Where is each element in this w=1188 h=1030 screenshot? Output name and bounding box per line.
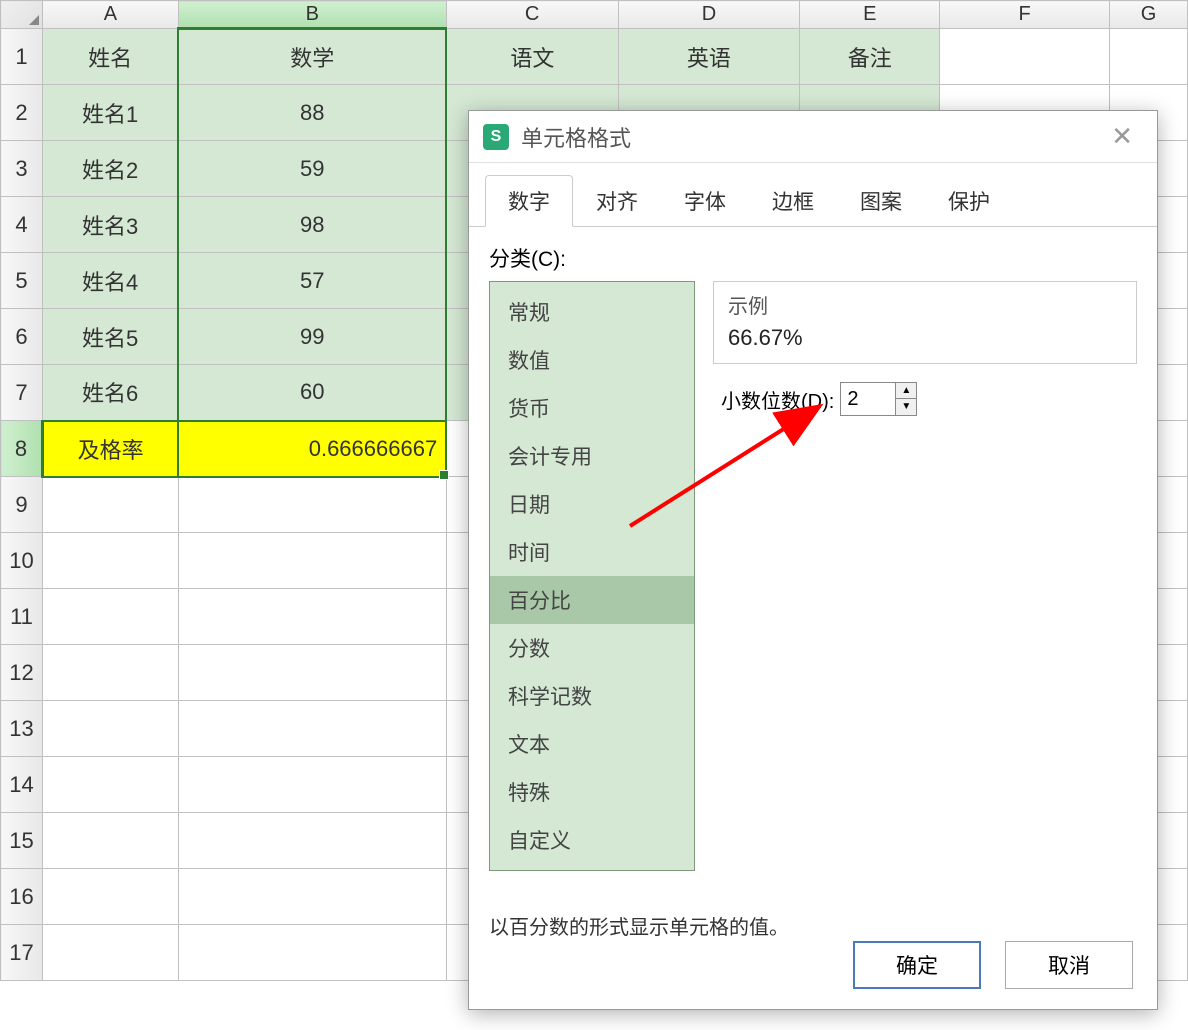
cell-C1[interactable]: 语文 — [446, 29, 618, 85]
category-time[interactable]: 时间 — [490, 528, 694, 576]
cell-B1[interactable]: 数学 — [178, 29, 446, 85]
cell-E1[interactable]: 备注 — [800, 29, 940, 85]
dialog-tabbar: 数字 对齐 字体 边框 图案 保护 — [469, 163, 1157, 227]
app-icon: S — [483, 124, 509, 150]
cell-A2[interactable]: 姓名1 — [42, 85, 178, 141]
category-scientific[interactable]: 科学记数 — [490, 672, 694, 720]
cell-A8[interactable]: 及格率 — [42, 421, 178, 477]
sample-value: 66.67% — [728, 325, 1122, 351]
category-label: 分类(C): — [489, 243, 1137, 273]
col-header-C[interactable]: C — [446, 1, 618, 29]
row-header-5[interactable]: 5 — [1, 253, 43, 309]
row-header-12[interactable]: 12 — [1, 645, 43, 701]
col-header-B[interactable]: B — [178, 1, 446, 29]
category-fraction[interactable]: 分数 — [490, 624, 694, 672]
close-icon[interactable]: ✕ — [1101, 117, 1143, 156]
col-header-F[interactable]: F — [940, 1, 1110, 29]
cell-B6[interactable]: 99 — [178, 309, 446, 365]
cell-B8[interactable]: 0.666666667 — [178, 421, 446, 477]
tab-border[interactable]: 边框 — [749, 175, 837, 227]
cell-B5[interactable]: 57 — [178, 253, 446, 309]
cell-A4[interactable]: 姓名3 — [42, 197, 178, 253]
cell-A1[interactable]: 姓名 — [42, 29, 178, 85]
category-text[interactable]: 文本 — [490, 720, 694, 768]
row-header-4[interactable]: 4 — [1, 197, 43, 253]
category-currency[interactable]: 货币 — [490, 384, 694, 432]
cell-B7[interactable]: 60 — [178, 365, 446, 421]
cell-format-dialog: S 单元格格式 ✕ 数字 对齐 字体 边框 图案 保护 分类(C): 常规 数值… — [468, 110, 1158, 1010]
category-percentage[interactable]: 百分比 — [490, 576, 694, 624]
col-header-G[interactable]: G — [1110, 1, 1188, 29]
ok-button[interactable]: 确定 — [853, 941, 981, 989]
category-list[interactable]: 常规 数值 货币 会计专用 日期 时间 百分比 分数 科学记数 文本 特殊 自定… — [489, 281, 695, 871]
row-header-10[interactable]: 10 — [1, 533, 43, 589]
category-general[interactable]: 常规 — [490, 288, 694, 336]
row-header-9[interactable]: 9 — [1, 477, 43, 533]
category-accounting[interactable]: 会计专用 — [490, 432, 694, 480]
cell-A3[interactable]: 姓名2 — [42, 141, 178, 197]
cell-G1[interactable] — [1110, 29, 1188, 85]
row-header-14[interactable]: 14 — [1, 757, 43, 813]
decimal-places-spinner[interactable]: ▲ ▼ — [840, 382, 917, 416]
decimal-places-label: 小数位数(D): — [721, 385, 834, 414]
cell-B4[interactable]: 98 — [178, 197, 446, 253]
cell-A7[interactable]: 姓名6 — [42, 365, 178, 421]
cell-D1[interactable]: 英语 — [618, 29, 800, 85]
cell-A5[interactable]: 姓名4 — [42, 253, 178, 309]
row-header-17[interactable]: 17 — [1, 925, 43, 981]
category-number[interactable]: 数值 — [490, 336, 694, 384]
col-header-E[interactable]: E — [800, 1, 940, 29]
sample-box: 示例 66.67% — [713, 281, 1137, 364]
decimal-places-input[interactable] — [841, 383, 895, 415]
dialog-titlebar[interactable]: S 单元格格式 ✕ — [469, 111, 1157, 163]
category-custom[interactable]: 自定义 — [490, 816, 694, 864]
tab-alignment[interactable]: 对齐 — [573, 175, 661, 227]
dialog-body: 分类(C): 常规 数值 货币 会计专用 日期 时间 百分比 分数 科学记数 文… — [469, 227, 1157, 956]
row-header-16[interactable]: 16 — [1, 869, 43, 925]
row-header-11[interactable]: 11 — [1, 589, 43, 645]
dialog-footer: 确定 取消 — [853, 941, 1133, 989]
row-header-7[interactable]: 7 — [1, 365, 43, 421]
spinner-down-icon[interactable]: ▼ — [896, 399, 916, 415]
format-description: 以百分数的形式显示单元格的值。 — [489, 911, 1137, 940]
dialog-title: 单元格格式 — [521, 121, 1101, 153]
category-date[interactable]: 日期 — [490, 480, 694, 528]
row-header-15[interactable]: 15 — [1, 813, 43, 869]
category-special[interactable]: 特殊 — [490, 768, 694, 816]
row-header-6[interactable]: 6 — [1, 309, 43, 365]
row-header-3[interactable]: 3 — [1, 141, 43, 197]
select-all-corner[interactable] — [1, 1, 43, 29]
tab-protection[interactable]: 保护 — [925, 175, 1013, 227]
row-header-8[interactable]: 8 — [1, 421, 43, 477]
cancel-button[interactable]: 取消 — [1005, 941, 1133, 989]
spinner-up-icon[interactable]: ▲ — [896, 383, 916, 399]
tab-pattern[interactable]: 图案 — [837, 175, 925, 227]
tab-number[interactable]: 数字 — [485, 175, 573, 227]
cell-A6[interactable]: 姓名5 — [42, 309, 178, 365]
cell-B3[interactable]: 59 — [178, 141, 446, 197]
row-header-2[interactable]: 2 — [1, 85, 43, 141]
row-header-13[interactable]: 13 — [1, 701, 43, 757]
row-header-1[interactable]: 1 — [1, 29, 43, 85]
cell-F1[interactable] — [940, 29, 1110, 85]
col-header-A[interactable]: A — [42, 1, 178, 29]
col-header-D[interactable]: D — [618, 1, 800, 29]
tab-font[interactable]: 字体 — [661, 175, 749, 227]
sample-label: 示例 — [728, 290, 1122, 319]
cell-B2[interactable]: 88 — [178, 85, 446, 141]
